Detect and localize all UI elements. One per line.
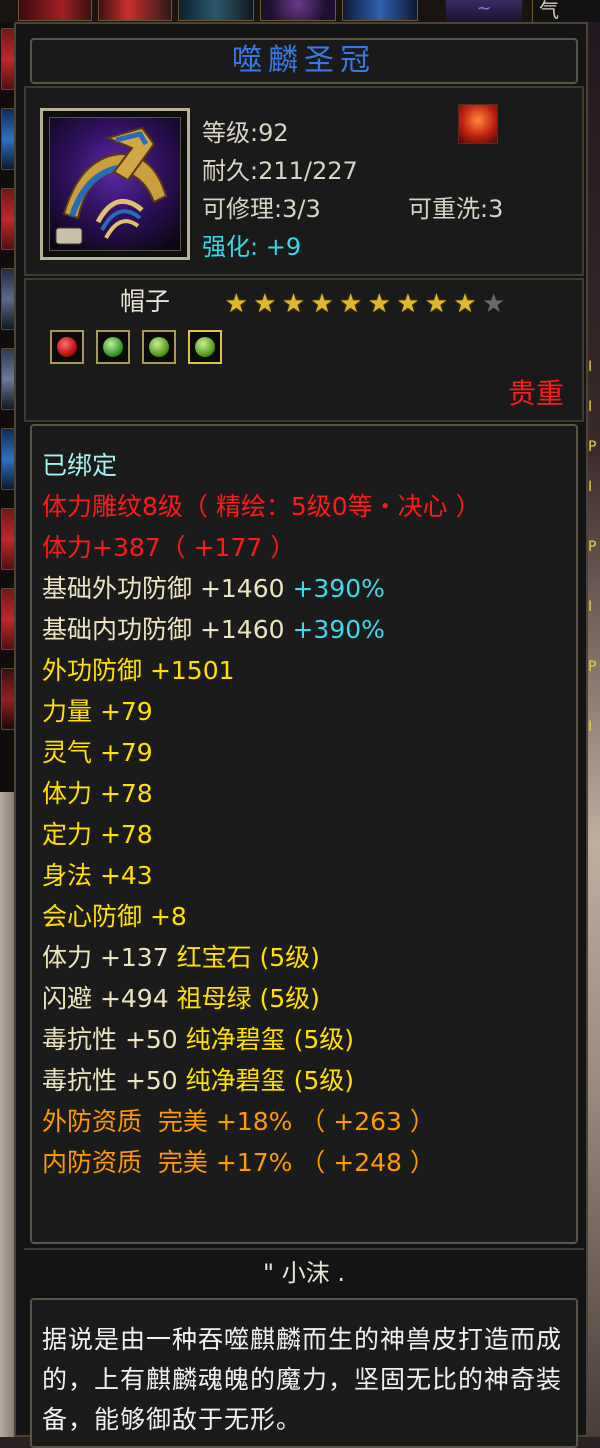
attribute-line: 基础外功防御 +1460 +390% bbox=[42, 569, 385, 609]
item-enhance-level: 强化: +9 bbox=[202, 233, 302, 261]
engraving-line: 体力雕纹8级（ 精绘：5级0等・决心 ） bbox=[42, 492, 481, 521]
right-edge-glyph: I bbox=[588, 359, 593, 375]
item-rarity: 贵重 bbox=[507, 377, 564, 410]
quality-line: 内防资质 完美 +17% （ +248 ） bbox=[42, 1148, 435, 1177]
ruby-gem-icon[interactable] bbox=[50, 330, 84, 364]
left-skill-bar bbox=[0, 22, 15, 792]
star-filled-icon: ★ bbox=[310, 289, 334, 319]
quality-line: 外防资质 完美 +18% （ +263 ） bbox=[42, 1107, 435, 1136]
right-edge-glyph: I bbox=[588, 399, 593, 415]
attribute-text: 体力 +137 bbox=[42, 943, 177, 972]
attribute-bonus: +390% bbox=[284, 615, 385, 644]
attribute-text: 闪避 +494 bbox=[42, 984, 177, 1013]
item-icon-frame[interactable] bbox=[40, 108, 190, 260]
right-edge-glyph: I bbox=[588, 599, 593, 615]
attribute-line: 外功防御 +1501 bbox=[42, 656, 235, 685]
skill-slot-3-icon[interactable] bbox=[178, 0, 254, 21]
star-filled-icon: ★ bbox=[281, 289, 306, 319]
star-filled-icon: ★ bbox=[253, 289, 277, 319]
star-rating: ★ ★ ★ ★ ★ ★ ★ ★ ★ ★ bbox=[222, 290, 508, 318]
attribute-line: 力量 +79 bbox=[42, 697, 153, 726]
item-description: 据说是由一种吞噬麒麟而生的神兽皮打造而成的，上有麒麟魂魄的魔力，坚固无比的神奇装… bbox=[42, 1325, 563, 1434]
item-level: 等级:92 bbox=[202, 119, 289, 147]
item-tooltip: 噬麟圣冠 等级:92 耐久:211/227 可修理:3/3 可重洗:3 强化: … bbox=[14, 22, 588, 1448]
owner-name: " 小沫 . bbox=[263, 1259, 345, 1287]
crown-helmet-icon bbox=[49, 117, 181, 251]
jade-gem-icon[interactable] bbox=[188, 330, 222, 364]
item-title-bar: 噬麟圣冠 bbox=[30, 38, 578, 84]
attribute-line: 体力+387（ +177 ） bbox=[42, 533, 296, 562]
star-filled-icon: ★ bbox=[424, 289, 449, 319]
attribute-line: 会心防御 +8 bbox=[42, 902, 187, 931]
right-edge-glyph: P bbox=[588, 439, 597, 455]
jade-gem-icon[interactable] bbox=[142, 330, 176, 364]
gem-attribute-line: 毒抗性 +50 纯净碧玺 (5级) bbox=[42, 1020, 354, 1060]
skill-slot-5-icon[interactable] bbox=[342, 0, 418, 21]
right-background-strip: I I P I P I P I bbox=[586, 22, 600, 1437]
gem-attribute-line: 闪避 +494 祖母绿 (5级) bbox=[42, 979, 320, 1019]
item-name: 噬麟圣冠 bbox=[232, 43, 376, 78]
star-filled-icon: ★ bbox=[396, 289, 420, 319]
left-slot-icon[interactable] bbox=[1, 348, 15, 410]
attribute-line: 体力 +78 bbox=[42, 779, 153, 808]
star-filled-icon: ★ bbox=[367, 289, 391, 319]
right-edge-glyph: P bbox=[588, 539, 597, 555]
left-slot-icon[interactable] bbox=[1, 428, 15, 490]
gem-slots bbox=[50, 330, 234, 364]
gem-name: 纯净碧玺 (5级) bbox=[185, 1066, 355, 1095]
star-filled-icon: ★ bbox=[339, 289, 363, 319]
left-slot-icon[interactable] bbox=[1, 588, 15, 650]
star-filled-icon: ★ bbox=[453, 289, 477, 319]
star-empty-icon: ★ bbox=[481, 289, 506, 319]
gem-attribute-line: 体力 +137 红宝石 (5级) bbox=[42, 938, 320, 978]
item-type: 帽子 bbox=[120, 287, 171, 316]
item-durability: 耐久:211/227 bbox=[202, 157, 358, 185]
attribute-text: 毒抗性 +50 bbox=[42, 1066, 186, 1095]
skill-slot-1-icon[interactable] bbox=[18, 0, 92, 21]
attribute-line: 灵气 +79 bbox=[42, 738, 153, 767]
owner-bar: " 小沫 . bbox=[24, 1248, 584, 1294]
skill-slot-2-icon[interactable] bbox=[98, 0, 172, 21]
attribute-text: 基础外功防御 +1460 bbox=[42, 574, 285, 603]
attribute-line: 基础内功防御 +1460 +390% bbox=[42, 610, 385, 650]
attribute-line: 身法 +43 bbox=[42, 861, 153, 890]
gem-attribute-line: 毒抗性 +50 纯净碧玺 (5级) bbox=[42, 1061, 354, 1101]
attribute-text: 毒抗性 +50 bbox=[42, 1025, 186, 1054]
game-top-toolbar: ~ 气 bbox=[0, 0, 600, 22]
left-slot-icon[interactable] bbox=[1, 188, 15, 250]
gem-name: 祖母绿 (5级) bbox=[176, 984, 320, 1013]
attribute-text: 基础内功防御 +1460 bbox=[42, 615, 285, 644]
emerald-gem-icon[interactable] bbox=[96, 330, 130, 364]
left-slot-icon[interactable] bbox=[1, 508, 15, 570]
item-type-section: 帽子 ★ ★ ★ ★ ★ ★ ★ ★ ★ ★ 贵重 bbox=[24, 278, 584, 422]
attribute-line: 定力 +78 bbox=[42, 820, 153, 849]
item-rewashable: 可重洗:3 bbox=[408, 195, 504, 223]
left-slot-icon[interactable] bbox=[1, 28, 15, 90]
left-slot-icon[interactable] bbox=[1, 668, 15, 730]
bound-status: 已绑定 bbox=[42, 451, 118, 480]
item-description-box: 据说是由一种吞噬麒麟而生的神兽皮打造而成的，上有麒麟魂魄的魔力，坚固无比的神奇装… bbox=[30, 1298, 578, 1448]
right-edge-glyph: P bbox=[588, 659, 597, 675]
item-attributes: 已绑定 体力雕纹8级（ 精绘：5级0等・决心 ） 体力+387（ +177 ） … bbox=[30, 424, 578, 1244]
left-slot-icon[interactable] bbox=[1, 108, 15, 170]
skill-slot-4-icon[interactable] bbox=[260, 0, 336, 21]
decorative-emblem-icon: ~ bbox=[446, 0, 522, 22]
flame-badge-icon bbox=[458, 104, 498, 144]
left-slot-icon[interactable] bbox=[1, 268, 15, 330]
gem-name: 纯净碧玺 (5级) bbox=[185, 1025, 355, 1054]
qi-label: 气 bbox=[532, 0, 600, 22]
star-filled-icon: ★ bbox=[224, 289, 248, 319]
item-info-section: 等级:92 耐久:211/227 可修理:3/3 可重洗:3 强化: +9 bbox=[24, 86, 584, 276]
right-edge-glyph: I bbox=[588, 479, 593, 495]
attribute-bonus: +390% bbox=[284, 574, 385, 603]
gem-name: 红宝石 (5级) bbox=[176, 943, 320, 972]
right-edge-glyph: I bbox=[588, 719, 593, 735]
item-repairable: 可修理:3/3 bbox=[202, 195, 321, 223]
